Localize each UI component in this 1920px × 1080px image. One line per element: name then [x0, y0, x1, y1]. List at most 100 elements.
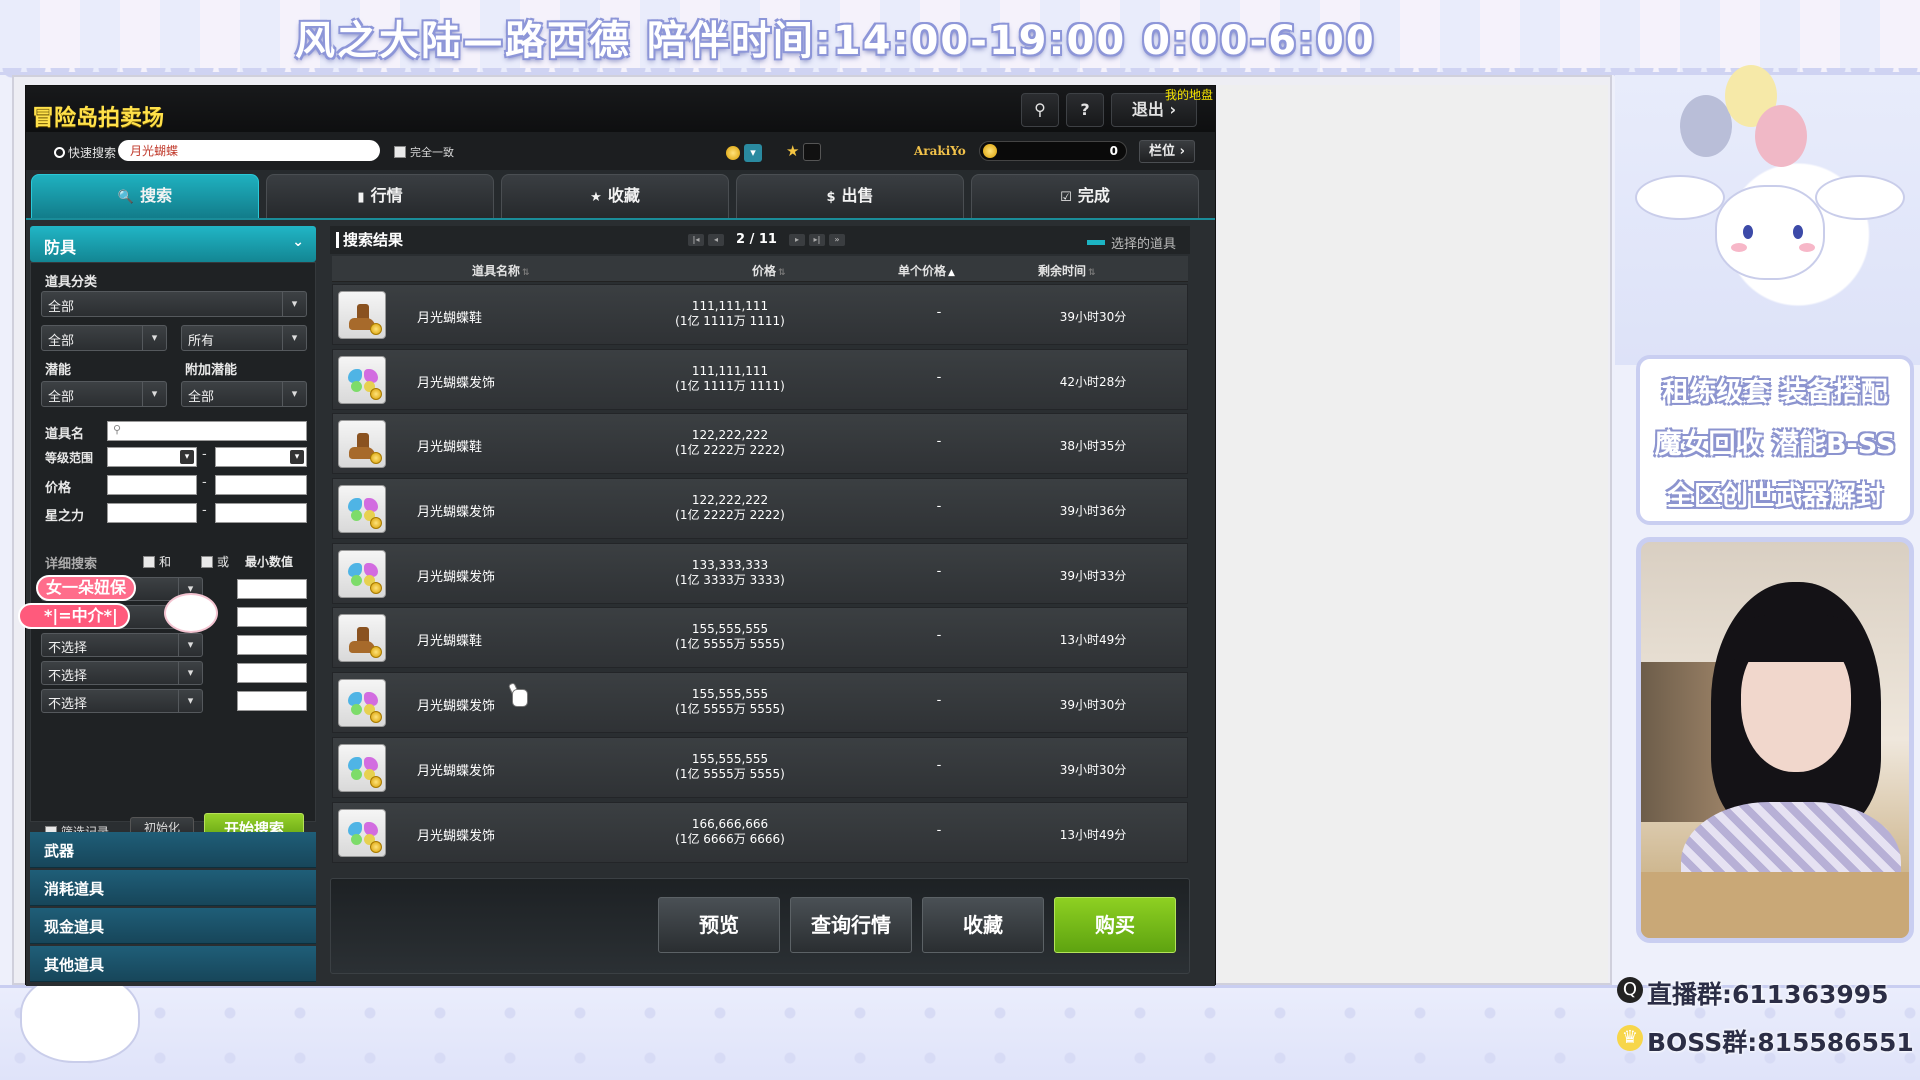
category-consumable[interactable]: 消耗道具 — [30, 870, 316, 906]
min-value-input[interactable] — [237, 663, 307, 683]
mascot-decoration — [1615, 65, 1920, 365]
armor-filter-body: 道具分类 全部▾ 全部▾ 所有▾ 潜能 附加潜能 全部▾ 全部▾ 道具 — [30, 262, 316, 845]
result-row[interactable]: 月光蝴蝶鞋 111,111,111 (1亿 1111万 1111) - 39小时30分 — [332, 284, 1188, 345]
search-icon — [54, 147, 65, 158]
item-category-select[interactable]: 全部 ▾ — [41, 291, 307, 317]
shoe-item-icon — [338, 614, 386, 663]
category-cash[interactable]: 现金道具 — [30, 908, 316, 944]
tab-market[interactable]: ▮ 行情 — [266, 174, 494, 218]
min-value-input[interactable] — [237, 579, 307, 599]
price-number: 111,111,111 — [691, 363, 769, 378]
first-page-icon[interactable]: |◂ — [688, 234, 704, 246]
results-column-headers: 道具名称 ⇅ 价格 ⇅ 单个价格 ▲ 剩余时间 ⇅ — [332, 256, 1188, 282]
chevron-down-icon: ▾ — [744, 143, 762, 162]
quick-search-label: 快速搜索 — [54, 144, 116, 161]
market-query-button[interactable]: 查询行情 — [790, 897, 912, 953]
level-max-select[interactable]: ▾ — [215, 447, 307, 467]
subcategory-select[interactable]: 全部 ▾ — [41, 325, 167, 351]
price-number: 111,111,111 — [691, 299, 769, 313]
tab-search[interactable]: 🔍 搜索 — [31, 174, 259, 218]
item-name: 月光蝴蝶鞋 — [417, 311, 483, 326]
last-page-icon[interactable]: ▸| — [808, 234, 825, 246]
result-row[interactable]: 月光蝴蝶发饰 122,222,222 (1亿 2222万 2222) - 39小时36分 — [332, 478, 1188, 540]
my-land-link[interactable]: 我的地盘 — [1165, 86, 1213, 103]
and-checkbox[interactable]: 和 — [143, 553, 171, 570]
help-icon: ? — [1080, 100, 1090, 119]
tab-sell[interactable]: $ 出售 — [736, 174, 964, 218]
user-icon-button[interactable]: ⚲ — [1021, 93, 1059, 127]
stream-overlay-top: 风之大陆—路西德 陪伴时间:14:00-19:00 0:00-6:00 — [0, 0, 1920, 82]
preview-button[interactable]: 预览 — [658, 897, 780, 953]
chevron-down-icon: ▾ — [282, 326, 306, 350]
result-row[interactable]: 月光蝴蝶发饰 133,333,333 (1亿 3333万 3333) - 39小时33分 — [332, 542, 1188, 604]
live-group-text: 直播群:611363995 — [1647, 980, 1889, 1009]
result-row[interactable]: 月光蝴蝶鞋 155,555,555 (1亿 5555万 5555) - 13小时49分 — [332, 607, 1188, 669]
price-chinese: (1亿 2222万 2222) — [675, 508, 785, 523]
price-max-input[interactable] — [215, 475, 307, 495]
chevron-down-icon: ▾ — [180, 450, 194, 464]
legend-swatch — [1086, 240, 1105, 245]
meso-value: 0 — [1109, 144, 1118, 158]
meso-filter-toggle[interactable]: ▾ — [726, 142, 762, 162]
result-row[interactable]: 月光蝴蝶发饰 166,666,666 (1亿 6666万 6666) - 13小时49分 — [332, 801, 1188, 863]
price-label: 价格 — [45, 481, 72, 496]
meso-coin-icon — [726, 145, 740, 160]
price-chinese: (1亿 2222万 2222) — [675, 443, 785, 458]
or-checkbox[interactable]: 或 — [201, 553, 229, 570]
next-page-icon[interactable]: ▸ — [788, 234, 805, 246]
jump-page-icon[interactable]: » — [828, 234, 845, 246]
coin-badge-icon — [370, 775, 382, 788]
min-value-input[interactable] — [237, 691, 307, 711]
stream-title: 风之大陆—路西德 陪伴时间:14:00-19:00 0:00-6:00 — [295, 18, 1376, 64]
coin-badge-icon — [370, 646, 382, 659]
coin-badge-icon — [370, 711, 382, 724]
group-info: Q 直播群:611363995 ♛ BOSS群:815586551 — [1617, 955, 1920, 1075]
prev-page-icon[interactable]: ◂ — [708, 234, 724, 246]
remaining-time: 13小时49分 — [1059, 633, 1127, 648]
col-item-name[interactable]: 道具名称 ⇅ — [472, 262, 530, 279]
total-pages: 11 — [758, 232, 777, 247]
item-name-input[interactable]: ⚲ — [107, 421, 307, 441]
price-number: 166,666,666 — [691, 816, 769, 831]
star-force-min-input[interactable] — [107, 503, 197, 523]
window-title: 冒险岛拍卖场 — [32, 106, 165, 131]
star-force-max-input[interactable] — [215, 503, 307, 523]
min-value-input[interactable] — [237, 635, 307, 655]
tab-label: 出售 — [841, 186, 874, 205]
col-remaining-time[interactable]: 剩余时间 ⇅ — [1038, 262, 1096, 279]
min-value-input[interactable] — [237, 607, 307, 627]
slot-button[interactable]: 栏位 › — [1139, 140, 1195, 163]
level-min-select[interactable]: ▾ — [107, 447, 197, 467]
item-price: 122,222,222 (1亿 2222万 2222) — [653, 493, 807, 523]
balloon-icon — [1680, 95, 1732, 157]
tab-complete[interactable]: ☑ 完成 — [971, 174, 1199, 218]
category-weapon[interactable]: 武器 — [30, 832, 316, 868]
category-etc[interactable]: 其他道具 — [30, 946, 316, 982]
detail-search-label: 详细搜索 — [45, 557, 98, 572]
range-dash: - — [202, 475, 207, 490]
quick-search-input[interactable] — [118, 140, 380, 161]
results-header: 搜索结果 |◂ ◂ 2 / 11 ▸ ▸|» 选择的道具 — [330, 226, 1190, 254]
help-button[interactable]: ? — [1066, 93, 1104, 127]
star-filter-toggle[interactable]: ★ — [786, 142, 822, 161]
potential-select[interactable]: 全部 ▾ — [41, 381, 167, 407]
remaining-time: 39小时36分 — [1059, 504, 1127, 519]
job-select[interactable]: 所有 ▾ — [181, 325, 307, 351]
result-row[interactable]: 月光蝴蝶发饰 155,555,555 (1亿 5555万 5555) - 39小时30分 — [332, 736, 1188, 798]
option-select[interactable]: 不选择▾ — [41, 661, 203, 685]
col-unit-price[interactable]: 单个价格 ▲ — [898, 262, 955, 279]
col-price[interactable]: 价格 ⇅ — [752, 262, 786, 279]
extra-potential-select[interactable]: 全部 ▾ — [181, 381, 307, 407]
result-row[interactable]: 月光蝴蝶鞋 122,222,222 (1亿 2222万 2222) - 38小时35分 — [332, 413, 1188, 475]
option-select[interactable]: 不选择▾ — [41, 689, 203, 713]
buy-button[interactable]: 购买 — [1054, 897, 1176, 953]
category-armor-header[interactable]: 防具 ⌄ — [30, 226, 316, 262]
tab-favorites[interactable]: ★ 收藏 — [501, 174, 729, 218]
qq-icon: Q — [1617, 977, 1643, 1003]
search-icon: 🔍 — [117, 190, 135, 205]
result-row[interactable]: 月光蝴蝶发饰 155,555,555 (1亿 5555万 5555) - 39小时30分 — [332, 672, 1188, 734]
price-min-input[interactable] — [107, 475, 197, 495]
result-row[interactable]: 月光蝴蝶发饰 111,111,111 (1亿 1111万 1111) - 42小时28分 — [332, 348, 1188, 410]
favorite-button[interactable]: 收藏 — [922, 897, 1044, 953]
exact-match-checkbox[interactable]: 完全一致 — [394, 144, 454, 160]
